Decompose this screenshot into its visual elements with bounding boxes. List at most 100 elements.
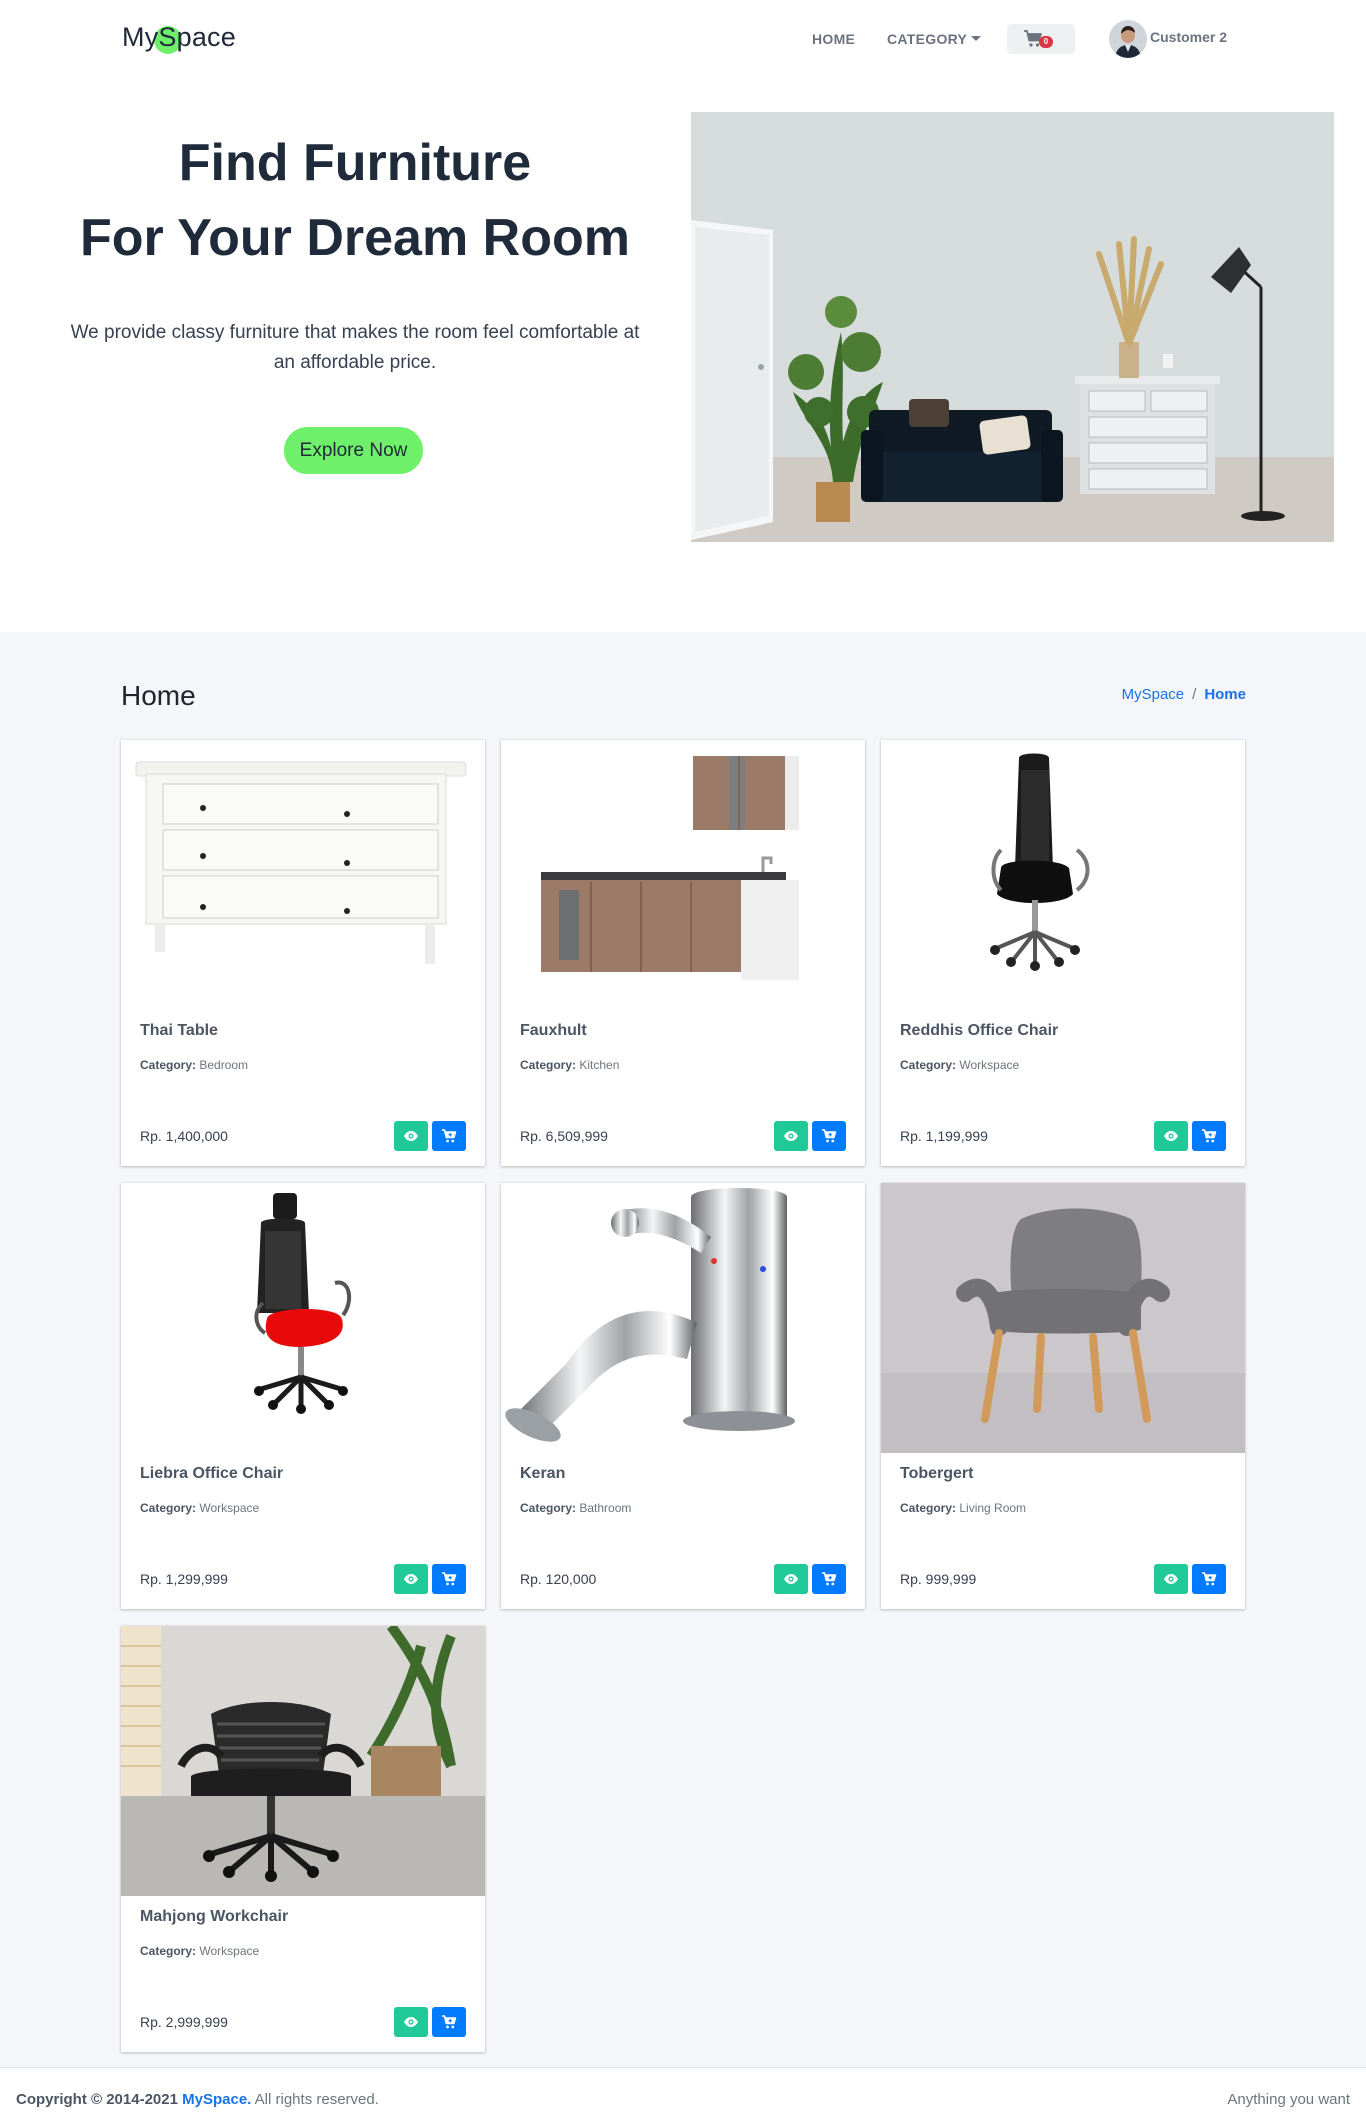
product-category: Category: Bathroom	[520, 1501, 631, 1515]
product-category-value: Workspace	[199, 1944, 260, 1958]
eye-icon	[784, 1131, 798, 1141]
product-name[interactable]: Keran	[520, 1465, 565, 1483]
product-category-value: Kitchen	[579, 1058, 620, 1072]
hero-description: We provide classy furniture that makes t…	[70, 322, 640, 373]
cart-plus-icon	[1202, 1129, 1217, 1143]
view-product-button[interactable]	[774, 1564, 808, 1594]
cart-plus-icon	[442, 1129, 457, 1143]
add-to-cart-button[interactable]	[1192, 1121, 1226, 1151]
view-product-button[interactable]	[1154, 1564, 1188, 1594]
eye-icon	[1164, 1131, 1178, 1141]
eye-icon	[1164, 1574, 1178, 1584]
view-product-button[interactable]	[1154, 1121, 1188, 1151]
breadcrumb-current: Home	[1204, 686, 1246, 703]
product-image[interactable]	[881, 740, 1245, 1010]
user-photo-icon	[1109, 20, 1147, 58]
add-to-cart-button[interactable]	[812, 1564, 846, 1594]
view-product-button[interactable]	[394, 1121, 428, 1151]
cart-count-badge: 0	[1039, 36, 1053, 48]
hero-title: Find Furniture For Your Dream Room	[50, 126, 660, 276]
product-card: Fauxhult Category: Kitchen Rp. 6,509,999	[501, 740, 865, 1166]
product-category-value: Bathroom	[579, 1501, 632, 1515]
explore-now-button[interactable]: Explore Now	[284, 427, 423, 474]
view-product-button[interactable]	[774, 1121, 808, 1151]
category-prefix: Category:	[520, 1501, 577, 1515]
brand-name: MySpace	[122, 22, 236, 52]
product-image[interactable]	[501, 1183, 865, 1453]
product-name[interactable]: Thai Table	[140, 1022, 218, 1040]
cart-plus-icon	[442, 2015, 457, 2029]
add-to-cart-button[interactable]	[432, 1564, 466, 1594]
product-price: Rp. 1,199,999	[900, 1128, 988, 1144]
footer-brand-link[interactable]: MySpace.	[182, 2091, 251, 2108]
product-category: Category: Workspace	[140, 1501, 259, 1515]
product-category: Category: Workspace	[900, 1058, 1019, 1072]
add-to-cart-button[interactable]	[432, 1121, 466, 1151]
hero-title-line2: For Your Dream Room	[80, 209, 630, 267]
nav-home-link[interactable]: HOME	[812, 31, 855, 47]
cart-plus-icon	[822, 1129, 837, 1143]
eye-icon	[404, 1574, 418, 1584]
product-card: Tobergert Category: Living Room Rp. 999,…	[881, 1183, 1245, 1609]
brand-logo[interactable]: MySpace	[122, 22, 236, 54]
product-category: Category: Bedroom	[140, 1058, 248, 1072]
category-prefix: Category:	[140, 1944, 197, 1958]
product-price: Rp. 2,999,999	[140, 2014, 228, 2030]
product-price: Rp. 6,509,999	[520, 1128, 608, 1144]
view-product-button[interactable]	[394, 1564, 428, 1594]
username-label[interactable]: Customer 2	[1150, 29, 1227, 45]
product-name[interactable]: Liebra Office Chair	[140, 1465, 283, 1483]
footer: Copyright © 2014-2021 MySpace. All right…	[0, 2067, 1366, 2124]
caret-down-icon	[971, 36, 982, 42]
hero-title-line1: Find Furniture	[178, 134, 532, 192]
view-product-button[interactable]	[394, 2007, 428, 2037]
navbar: MySpace HOME CATEGORY 0 Customer 2	[0, 0, 1366, 78]
product-card: Liebra Office Chair Category: Workspace …	[121, 1183, 485, 1609]
content-section: Home MySpace / Home Thai Table Category: B…	[0, 632, 1366, 2067]
product-price: Rp. 1,299,999	[140, 1571, 228, 1587]
product-name[interactable]: Tobergert	[900, 1465, 973, 1483]
add-to-cart-button[interactable]	[812, 1121, 846, 1151]
product-card: Mahjong Workchair Category: Workspace Rp…	[121, 1626, 485, 2052]
footer-tagline: Anything you want	[1227, 2091, 1350, 2108]
breadcrumb-myspace-link[interactable]: MySpace	[1122, 686, 1185, 703]
product-image[interactable]	[881, 1183, 1245, 1453]
category-prefix: Category:	[900, 1058, 957, 1072]
category-prefix: Category:	[140, 1058, 197, 1072]
cart-plus-icon	[822, 1572, 837, 1586]
user-avatar[interactable]	[1109, 20, 1147, 58]
category-prefix: Category:	[520, 1058, 577, 1072]
add-to-cart-button[interactable]	[1192, 1564, 1226, 1594]
product-card: Reddhis Office Chair Category: Workspace…	[881, 740, 1245, 1166]
product-image[interactable]	[121, 740, 485, 1010]
category-prefix: Category:	[900, 1501, 957, 1515]
product-name[interactable]: Reddhis Office Chair	[900, 1022, 1058, 1040]
category-prefix: Category:	[140, 1501, 197, 1515]
product-image[interactable]	[501, 740, 865, 1010]
product-image[interactable]	[121, 1626, 485, 1896]
product-card: Thai Table Category: Bedroom Rp. 1,400,0…	[121, 740, 485, 1166]
breadcrumb-separator: /	[1192, 686, 1197, 703]
nav-cart-button[interactable]: 0	[1007, 24, 1075, 54]
product-category-value: Living Room	[959, 1501, 1027, 1515]
hero-image	[691, 112, 1334, 542]
product-name[interactable]: Mahjong Workchair	[140, 1908, 288, 1926]
nav-category-dropdown[interactable]: CATEGORY	[887, 31, 982, 47]
nav-category-label: CATEGORY	[887, 31, 968, 47]
breadcrumb: MySpace / Home	[1122, 686, 1246, 703]
product-price: Rp. 999,999	[900, 1571, 977, 1587]
product-category-value: Workspace	[959, 1058, 1020, 1072]
copyright-text: Copyright © 2014-2021	[16, 2091, 178, 2108]
product-name[interactable]: Fauxhult	[520, 1022, 587, 1040]
cart-plus-icon	[442, 1572, 457, 1586]
product-category-value: Workspace	[199, 1501, 260, 1515]
cart-plus-icon	[1202, 1572, 1217, 1586]
add-to-cart-button[interactable]	[432, 2007, 466, 2037]
eye-icon	[784, 1574, 798, 1584]
rights-text: All rights reserved.	[254, 2091, 379, 2108]
eye-icon	[404, 1131, 418, 1141]
product-price: Rp. 1,400,000	[140, 1128, 228, 1144]
product-image[interactable]	[121, 1183, 485, 1453]
product-category: Category: Kitchen	[520, 1058, 619, 1072]
product-category: Category: Living Room	[900, 1501, 1026, 1515]
